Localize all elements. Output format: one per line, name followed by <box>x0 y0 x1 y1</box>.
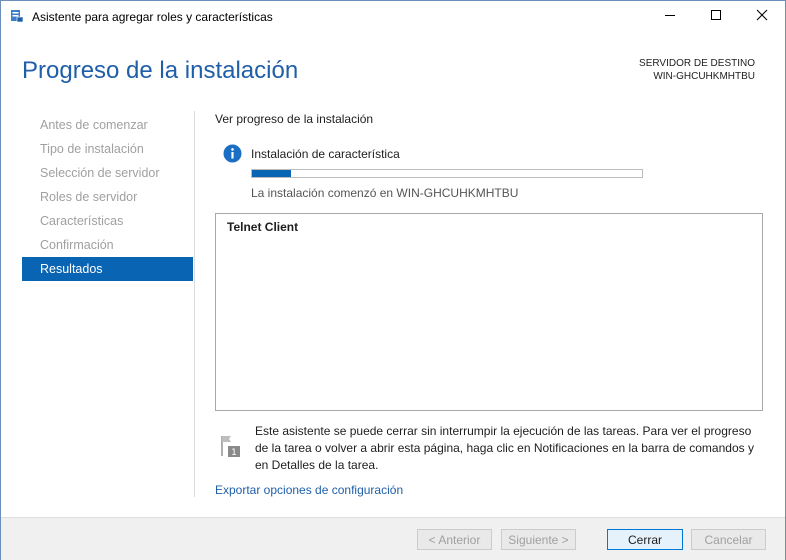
maximize-button[interactable] <box>693 1 739 32</box>
wizard-steps-nav: Antes de comenzar Tipo de instalación Se… <box>22 113 193 281</box>
nav-item-resultados[interactable]: Resultados <box>22 257 193 281</box>
close-icon <box>756 9 768 24</box>
nav-item-antes-de-comenzar[interactable]: Antes de comenzar <box>22 113 193 137</box>
nav-item-tipo-de-instalacion[interactable]: Tipo de instalación <box>22 137 193 161</box>
notification-badge: 1 <box>231 448 237 458</box>
wizard-footer: < Anterior Siguiente > Cerrar Cancelar <box>1 517 785 560</box>
export-configuration-link[interactable]: Exportar opciones de configuración <box>215 483 403 497</box>
progress-fill <box>252 170 291 177</box>
installation-status: Instalación de característica <box>251 147 400 161</box>
minimize-button[interactable] <box>647 1 693 32</box>
info-icon <box>223 144 242 163</box>
server-manager-icon <box>10 9 24 23</box>
window-title: Asistente para agregar roles y caracterí… <box>32 10 273 24</box>
notification-flag-icon: 1 <box>219 434 241 458</box>
next-button[interactable]: Siguiente > <box>501 529 576 550</box>
close-window-button[interactable] <box>739 1 785 32</box>
nav-item-caracteristicas[interactable]: Características <box>22 209 193 233</box>
page-title: Progreso de la instalación <box>22 57 299 84</box>
notification-note: Este asistente se puede cerrar sin inter… <box>255 424 754 472</box>
section-title: Ver progreso de la instalación <box>215 112 374 126</box>
title-bar: Asistente para agregar roles y caracterí… <box>1 1 785 33</box>
previous-button[interactable]: < Anterior <box>417 529 492 550</box>
wizard-window: Asistente para agregar roles y caracterí… <box>0 0 786 560</box>
nav-divider <box>194 111 195 497</box>
installation-progress-bar <box>251 169 643 178</box>
nav-item-seleccion-de-servidor[interactable]: Selección de servidor <box>22 161 193 185</box>
close-button[interactable]: Cerrar <box>607 529 683 550</box>
nav-item-confirmacion[interactable]: Confirmación <box>22 233 193 257</box>
nav-item-roles-de-servidor[interactable]: Roles de servidor <box>22 185 193 209</box>
destination-server-label: SERVIDOR DE DESTINO <box>639 58 755 69</box>
installation-started-message: La instalación comenzó en WIN-GHCUHKMHTB… <box>251 186 519 200</box>
cancel-button[interactable]: Cancelar <box>691 529 766 550</box>
destination-server-name: WIN-GHCUHKMHTBU <box>653 71 755 82</box>
minimize-icon <box>664 9 676 24</box>
maximize-icon <box>710 9 722 24</box>
results-list[interactable]: Telnet Client <box>215 213 763 411</box>
feature-item: Telnet Client <box>227 220 299 234</box>
